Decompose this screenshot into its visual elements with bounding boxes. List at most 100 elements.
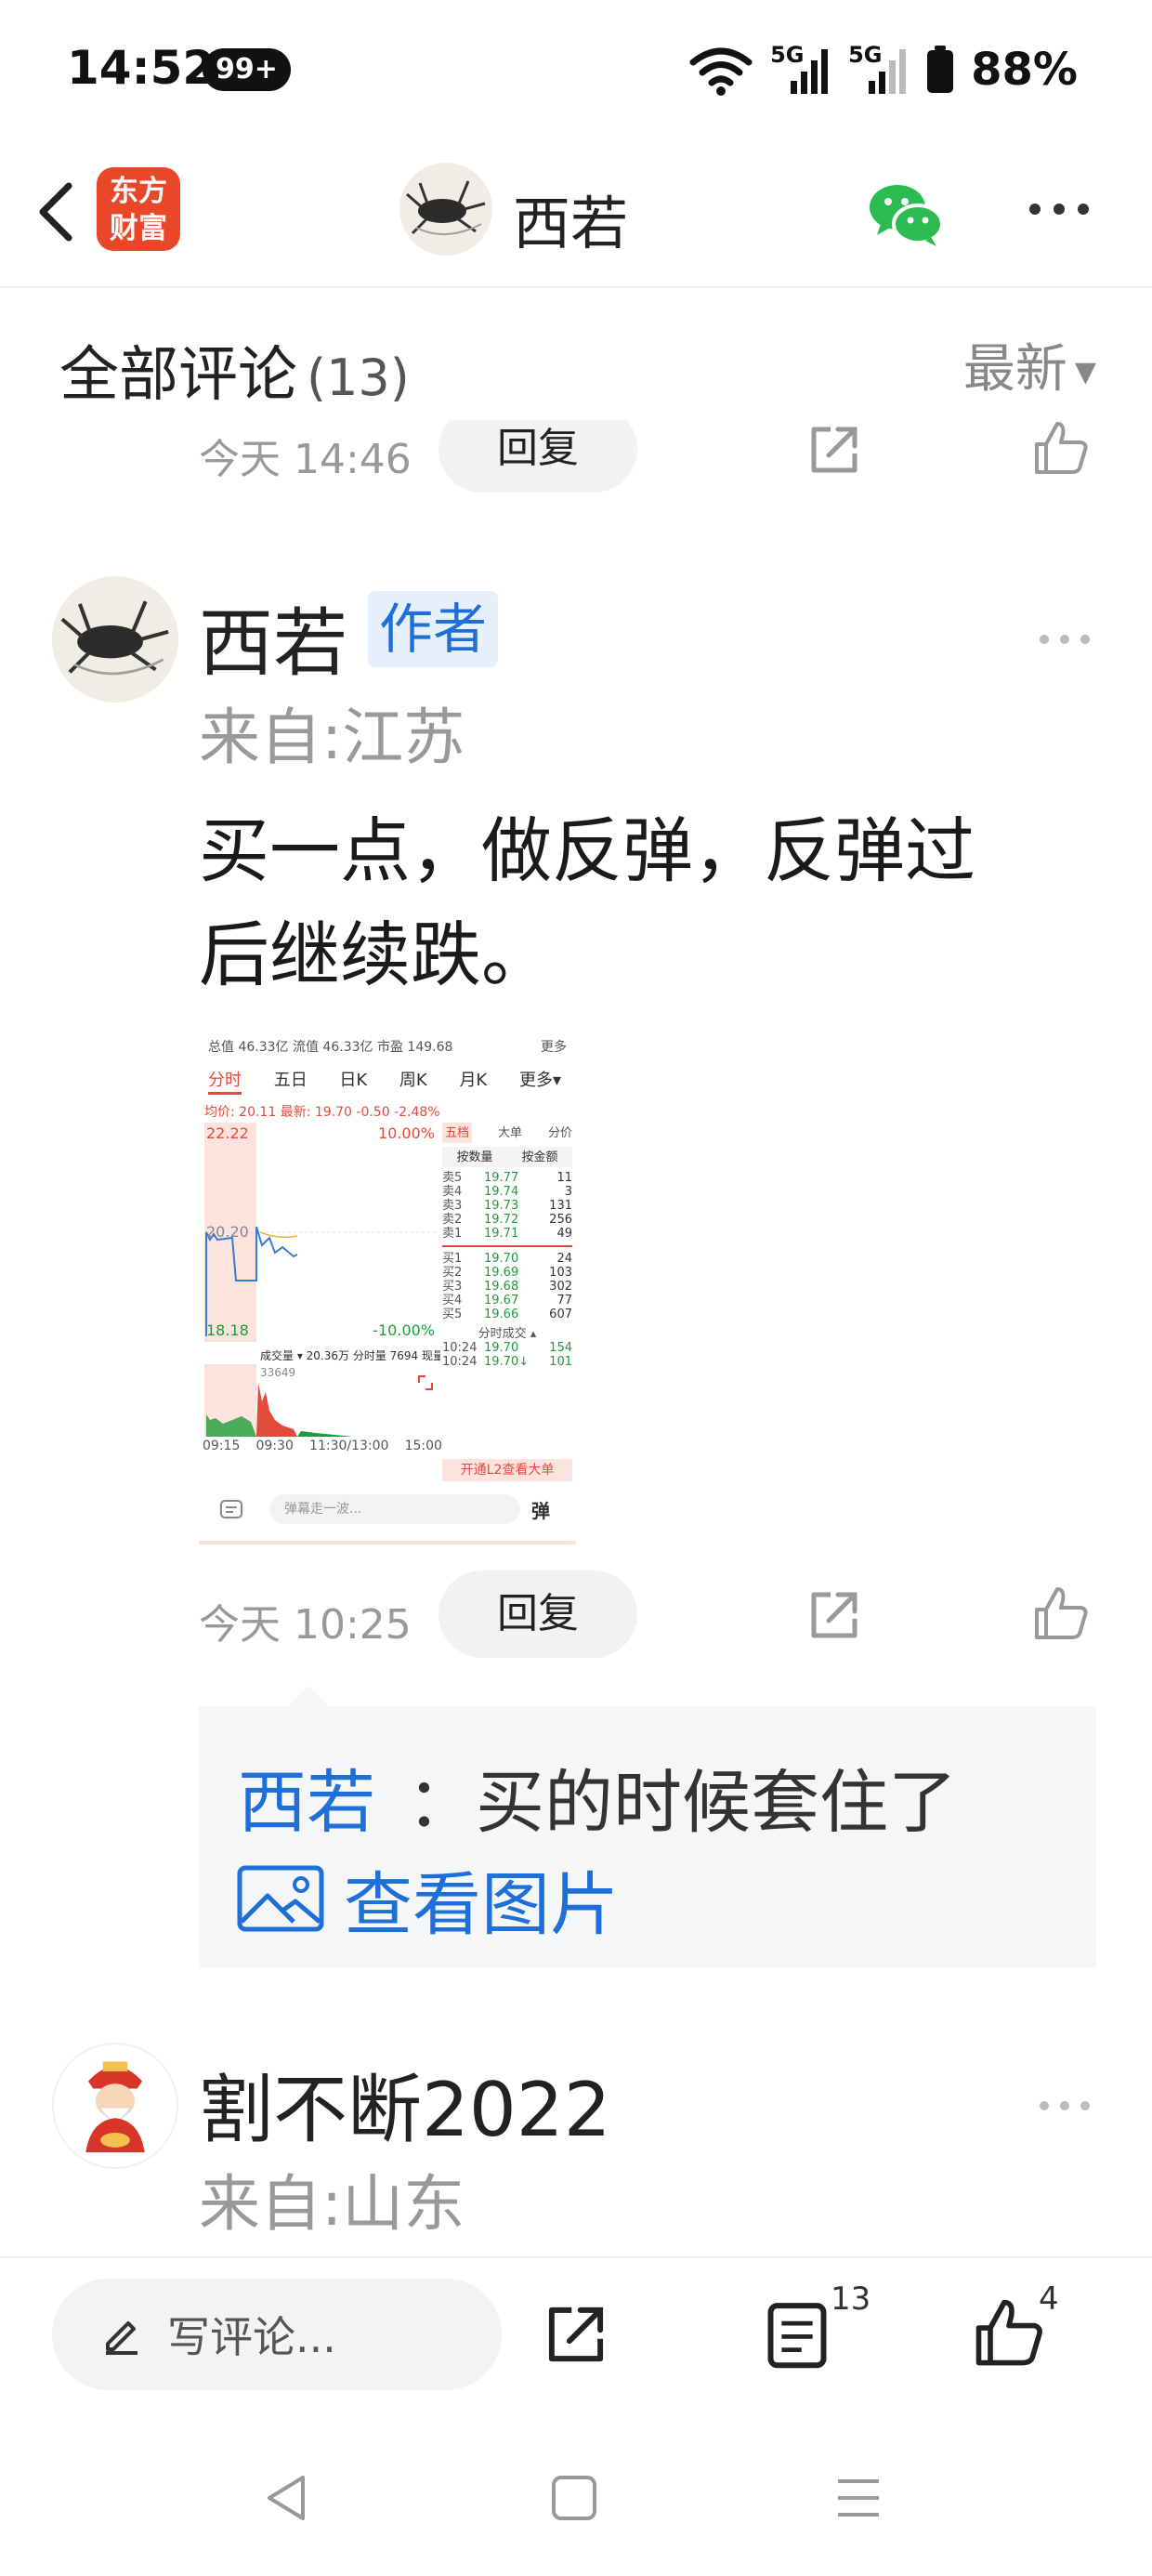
- image-order-tab: 大单: [497, 1126, 522, 1140]
- image-price-mid: 20.20: [206, 1223, 249, 1241]
- view-image-link[interactable]: 查看图片: [236, 1857, 619, 1945]
- image-order-vol: 3: [564, 1185, 572, 1199]
- image-ticks-header: 分时成交 ▴: [478, 1327, 537, 1341]
- header-avatar[interactable]: [399, 163, 492, 256]
- share-icon: [811, 1592, 857, 1638]
- image-price-high: 22.22: [206, 1124, 249, 1142]
- like-count-badge: 4: [1039, 2280, 1059, 2318]
- image-volume-bars: [206, 1383, 353, 1437]
- comment-count-badge: 13: [831, 2280, 871, 2318]
- image-order-vol: 154: [549, 1341, 572, 1355]
- image-order-price: 19.68: [484, 1280, 519, 1294]
- image-danmu-input: 弹幕走一波...: [269, 1494, 520, 1524]
- avatar[interactable]: [52, 576, 178, 703]
- status-indicators: 5G 5G 88%: [688, 37, 1078, 102]
- username-text: 西若: [199, 600, 347, 687]
- image-order-label: 买1: [442, 1252, 463, 1266]
- location-text: 来自:江苏: [199, 702, 465, 773]
- more-options-button[interactable]: [1022, 186, 1096, 232]
- image-order-row: 10:24 19.70 154: [442, 1341, 572, 1355]
- image-order-label: 买2: [442, 1266, 463, 1280]
- image-pct-low: -10.00%: [373, 1321, 435, 1339]
- image-price-area: 22.22 20.20 18.18 10.00% -10.00%: [204, 1123, 439, 1342]
- image-order-vol: 131: [549, 1199, 572, 1213]
- like-button[interactable]: [1031, 1584, 1091, 1643]
- image-pct-high: 10.00%: [377, 1124, 435, 1142]
- top-header: 东方 财富 西若: [0, 139, 1152, 288]
- image-order-vol: 49: [556, 1227, 572, 1241]
- image-order-row: 卖2 19.72 256: [442, 1213, 572, 1227]
- header-title: 西若: [513, 190, 629, 257]
- avatar[interactable]: [52, 2043, 178, 2169]
- image-order-row: 卖3 19.73 131: [442, 1199, 572, 1213]
- image-order-price: 19.70↓: [484, 1355, 530, 1369]
- comments-title: 全部评论 (13): [59, 327, 410, 413]
- image-order-tab: 五档: [442, 1123, 473, 1143]
- like-button[interactable]: [1031, 418, 1091, 478]
- share-button[interactable]: [541, 2299, 611, 2370]
- comment-item: 割不断2022 来自:山东: [0, 2043, 1152, 2256]
- image-order-price: 19.74: [484, 1185, 519, 1199]
- username[interactable]: 割不断2022: [199, 2050, 611, 2158]
- write-comment-input[interactable]: 写评论...: [52, 2279, 502, 2390]
- image-order-price: 19.70: [484, 1252, 519, 1266]
- image-order-label: 买3: [442, 1280, 463, 1294]
- image-price-low: 18.18: [206, 1321, 249, 1339]
- image-volume-area: 33649: [204, 1364, 439, 1437]
- thumbs-up-icon: [1035, 422, 1088, 474]
- reply-author[interactable]: 西若: [238, 1747, 375, 1847]
- image-tab: 更多▾: [518, 1071, 561, 1090]
- wechat-icon: [870, 185, 944, 246]
- image-tab: 日K: [339, 1071, 368, 1090]
- image-order-vol: 11: [556, 1171, 572, 1185]
- image-order-row: 卖5 19.77 11: [442, 1171, 572, 1185]
- image-buy-orders: 买1 19.70 24 买2 19.69 103 买3 19.68 302 买4 19.67 77 买5…: [442, 1252, 572, 1321]
- comment-more-icon[interactable]: [1037, 630, 1093, 649]
- comment-text-line: 后继续跌。: [199, 913, 552, 996]
- image-order-label: 卖3: [442, 1199, 463, 1213]
- image-order-price: 19.73: [484, 1199, 519, 1213]
- share-button[interactable]: [805, 420, 864, 480]
- image-tab: 五日: [273, 1071, 308, 1090]
- status-time: 14:52: [67, 41, 216, 95]
- comments-header: 全部评论 (13) 最新 ▼: [0, 290, 1152, 420]
- nav-home-button[interactable]: [546, 2470, 602, 2526]
- back-icon: [39, 182, 72, 242]
- image-order-row: 10:24 19.70↓ 101: [442, 1355, 572, 1369]
- image-order-price: 19.77: [484, 1171, 519, 1185]
- nav-menu-button[interactable]: [831, 2470, 886, 2526]
- reply-button[interactable]: 回复: [439, 1571, 637, 1658]
- avatar-fortune-god-image: [54, 2044, 177, 2167]
- image-order-subtab: 按金额: [521, 1150, 558, 1164]
- image-order-row: 买3 19.68 302: [442, 1280, 572, 1294]
- image-order-price: 19.72: [484, 1213, 519, 1227]
- app-logo[interactable]: 东方 财富: [97, 167, 180, 251]
- image-danmu-button: 弹: [531, 1500, 550, 1522]
- username[interactable]: 西若 作者: [199, 584, 499, 691]
- reply-box[interactable]: 西若 ：买的时候套住了 查看图片: [199, 1686, 1096, 1968]
- nav-back-button[interactable]: [260, 2470, 316, 2526]
- wechat-share-button[interactable]: [864, 172, 948, 256]
- battery-percent: 88%: [971, 44, 1078, 96]
- signal-5g-icon: 5G: [770, 42, 831, 98]
- nav-menu-icon: [838, 2479, 879, 2517]
- image-order-row: 卖4 19.74 3: [442, 1185, 572, 1199]
- comments-button[interactable]: [762, 2299, 832, 2370]
- expand-icon: [418, 1375, 433, 1390]
- sort-dropdown[interactable]: 最新 ▼: [963, 327, 1096, 402]
- image-order-vol: 101: [549, 1355, 572, 1369]
- image-order-price: 19.67: [484, 1294, 519, 1308]
- image-order-book: 五档 大单 分价 按数量 按金额 卖5 19.77 11 卖4 19.74 3 卖3 19.7…: [442, 1123, 572, 1411]
- comment-more-icon[interactable]: [1037, 2096, 1093, 2115]
- back-button[interactable]: [22, 175, 97, 249]
- write-comment-placeholder: 写评论...: [167, 2312, 336, 2362]
- dropdown-arrow-icon: ▼: [1074, 356, 1096, 389]
- image-book-divider: [442, 1245, 572, 1247]
- image-order-label: 买5: [442, 1308, 463, 1321]
- share-button[interactable]: [805, 1585, 864, 1645]
- image-order-label: 卖5: [442, 1171, 463, 1185]
- comment-image[interactable]: 总值 46.33亿 流值 46.33亿 市盈 149.68 更多 分时 五日 日…: [199, 1032, 576, 1544]
- image-icon: [237, 1865, 324, 1932]
- avatar-bug-image: [399, 163, 492, 256]
- like-button[interactable]: [972, 2295, 1046, 2370]
